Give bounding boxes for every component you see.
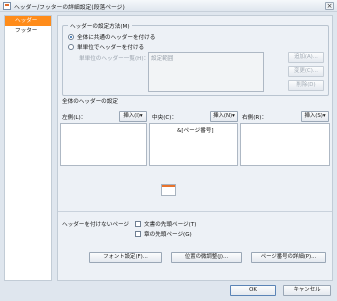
position-adjust-button[interactable]: 位置の微調整(J)...	[171, 252, 242, 263]
option-doc-first-page[interactable]: 文書の先頭ページ(T)	[135, 220, 196, 228]
common-header-title: 全体のヘッダーの設定	[62, 99, 118, 105]
window-title: ヘッダー/フッターの詳細設定(段落ページ)	[14, 5, 125, 11]
doc-first-page-label: 文書の先頭ページ(T)	[144, 222, 197, 228]
app-icon	[3, 2, 11, 10]
settings-panel: ヘッダーの設定方法(M) 全体に共通のヘッダーを付ける 単単位でヘッダーを付ける…	[57, 15, 333, 281]
option-common-label: 全体に共通のヘッダーを付ける	[77, 35, 156, 41]
insert-center-button[interactable]: 挿入(N)▾	[210, 111, 238, 122]
insert-right-button[interactable]: 挿入(S)▾	[301, 111, 329, 122]
page-number-detail-button[interactable]: ページ番号の詳細(P)...	[251, 252, 326, 263]
setting-method-group: ヘッダーの設定方法(M) 全体に共通のヘッダーを付ける 単単位でヘッダーを付ける…	[62, 22, 329, 96]
radio-per-unit-header[interactable]	[68, 44, 74, 50]
center-header-field[interactable]: &[ページ番号]	[149, 123, 238, 166]
setting-method-legend: ヘッダーの設定方法(M)	[68, 22, 132, 30]
insert-left-button[interactable]: 挿入(I)▾	[119, 111, 147, 122]
sidebar: ヘッダー フッター	[4, 15, 52, 281]
center-header-value: &[ページ番号]	[177, 128, 214, 134]
checkbox-chapter-first-page[interactable]	[135, 231, 141, 237]
delete-button[interactable]: 削除(D)	[288, 80, 324, 91]
divider	[58, 211, 332, 212]
ok-button[interactable]: OK	[230, 285, 276, 296]
option-per-unit-label: 単単位でヘッダーを付ける	[77, 45, 145, 51]
change-button[interactable]: 変更(C)...	[288, 66, 324, 77]
title-bar: ヘッダー/フッターの詳細設定(段落ページ) ×	[0, 0, 337, 12]
radio-common-header[interactable]	[68, 34, 74, 40]
right-label: 右側(R)：	[242, 115, 268, 121]
no-header-label: ヘッダーを付けないページ	[62, 222, 130, 228]
center-label: 中央(C)：	[152, 115, 178, 121]
font-settings-button[interactable]: フォント設定(F)...	[89, 252, 162, 263]
chapter-first-page-label: 章の先頭ページ(G)	[144, 232, 192, 238]
option-per-unit-header[interactable]: 単単位でヘッダーを付ける	[68, 43, 144, 51]
left-header-field[interactable]	[60, 123, 147, 166]
unit-header-list[interactable]: 設定範囲	[148, 52, 264, 92]
page-preview-thumbnail	[161, 184, 176, 196]
cancel-button[interactable]: キャンセル	[283, 285, 331, 296]
close-button[interactable]: ×	[325, 2, 334, 10]
sidebar-item-header[interactable]: ヘッダー	[5, 16, 51, 26]
left-label: 左側(L)：	[62, 115, 87, 121]
unit-list-label: 単単位のヘッダー一覧(H)：	[79, 56, 150, 62]
option-chapter-first-page[interactable]: 章の先頭ページ(G)	[135, 230, 192, 238]
close-icon: ×	[326, 2, 333, 10]
sidebar-item-footer[interactable]: フッター	[5, 26, 51, 36]
checkbox-doc-first-page[interactable]	[135, 221, 141, 227]
right-header-field[interactable]	[240, 123, 330, 166]
option-common-header[interactable]: 全体に共通のヘッダーを付ける	[68, 33, 155, 41]
unit-list-value: 設定範囲	[151, 56, 174, 62]
add-button[interactable]: 追加(A)...	[288, 52, 324, 63]
